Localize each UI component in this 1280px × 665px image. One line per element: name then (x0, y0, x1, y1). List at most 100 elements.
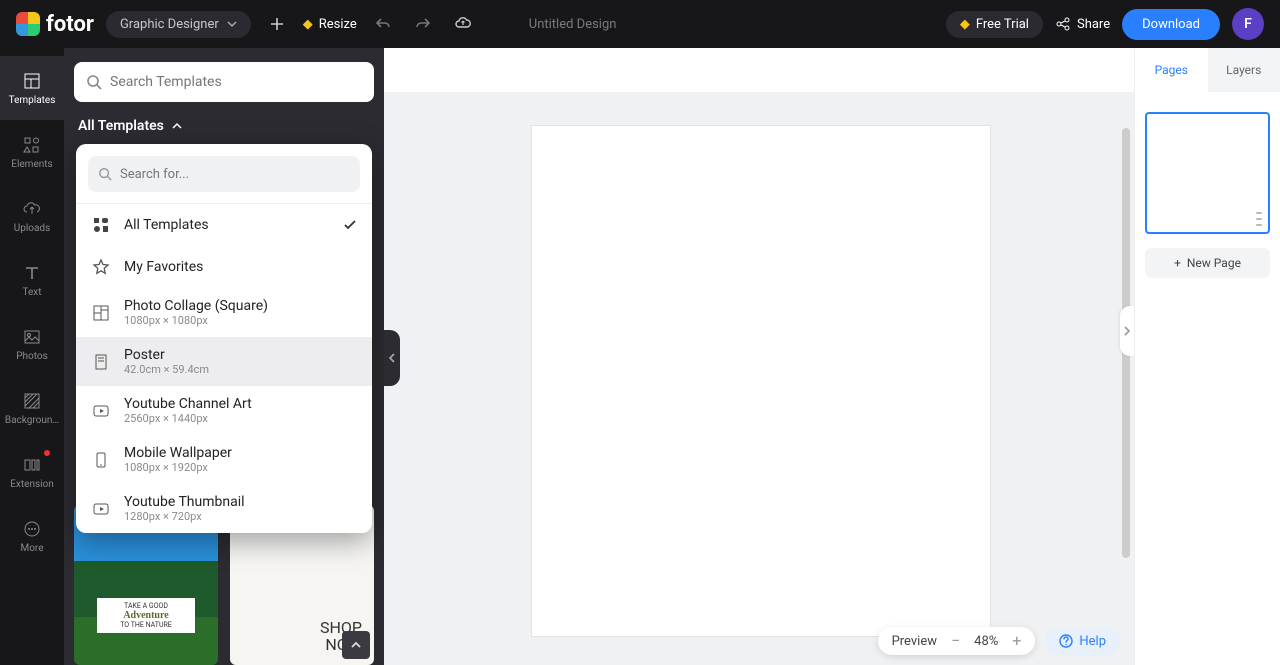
item-name: Photo Collage (Square) (124, 298, 268, 314)
item-name: All Templates (124, 217, 209, 233)
rail-templates[interactable]: Templates (0, 56, 64, 120)
item-name: Mobile Wallpaper (124, 445, 232, 461)
panel-collapse-handle[interactable] (384, 330, 400, 386)
mode-selector[interactable]: Graphic Designer (106, 11, 251, 38)
poster-icon (90, 351, 112, 373)
app-logo[interactable]: fotor (16, 12, 94, 37)
notification-dot-icon (44, 450, 50, 456)
mobile-icon (90, 449, 112, 471)
rail-elements[interactable]: Elements (0, 120, 64, 184)
category-dropdown: All Templates My Favorites Photo Collage… (76, 144, 372, 533)
download-button[interactable]: Download (1122, 9, 1220, 40)
design-title[interactable]: Untitled Design (529, 17, 617, 32)
resize-button[interactable]: ◆ Resize (303, 17, 357, 32)
dropdown-item[interactable]: All Templates (76, 204, 372, 246)
check-icon (342, 217, 358, 233)
diamond-icon: ◆ (303, 17, 313, 32)
canvas-toolbar (384, 48, 1134, 92)
rail-label: Extension (10, 479, 54, 490)
plus-icon: + (1174, 256, 1181, 270)
rail-background[interactable]: Backgroun… (0, 376, 64, 440)
new-page-label: New Page (1187, 256, 1241, 270)
zoom-level[interactable]: 48% (974, 634, 998, 649)
chevron-up-icon (172, 121, 182, 131)
dropdown-search-input[interactable] (120, 167, 350, 182)
grid-icon (90, 214, 112, 236)
text-icon (22, 263, 42, 283)
drag-handle-icon[interactable] (1256, 212, 1262, 226)
rail-text[interactable]: Text (0, 248, 64, 312)
item-dims: 1280px × 720px (124, 510, 245, 523)
dropdown-item[interactable]: Photo Collage (Square)1080px × 1080px (76, 288, 372, 337)
dropdown-search[interactable] (88, 156, 360, 192)
app-name: fotor (46, 12, 94, 37)
tab-label: Pages (1155, 63, 1188, 77)
rail-label: More (20, 543, 43, 554)
chevron-down-icon (227, 19, 237, 29)
free-trial-button[interactable]: ◆ Free Trial (946, 11, 1043, 38)
preview-button[interactable]: Preview (892, 634, 937, 649)
rail-extension[interactable]: Extension (0, 440, 64, 504)
rail-uploads[interactable]: Uploads (0, 184, 64, 248)
item-dims: 1080px × 1080px (124, 314, 268, 327)
diamond-icon: ◆ (960, 17, 970, 32)
rail-label: Elements (11, 159, 52, 170)
more-icon (22, 519, 42, 539)
rail-photos[interactable]: Photos (0, 312, 64, 376)
star-icon (90, 256, 112, 278)
rail-label: Text (22, 287, 41, 298)
download-label: Download (1142, 17, 1200, 32)
dropdown-item[interactable]: Poster42.0cm × 59.4cm (76, 337, 372, 386)
user-avatar[interactable]: F (1232, 8, 1264, 40)
item-name: Youtube Thumbnail (124, 494, 245, 510)
canvas-area (384, 48, 1134, 665)
share-button[interactable]: Share (1055, 16, 1110, 32)
item-dims: 2560px × 1440px (124, 412, 252, 425)
right-panel-collapse-handle[interactable] (1120, 306, 1134, 356)
mode-label: Graphic Designer (120, 17, 219, 32)
dropdown-list: All Templates My Favorites Photo Collage… (76, 204, 372, 533)
thumb-caption: TAKE A GOOD Adventure TO THE NATURE (97, 598, 195, 633)
share-label: Share (1077, 17, 1110, 32)
new-page-button[interactable]: + New Page (1145, 248, 1270, 278)
template-search-input[interactable] (110, 74, 362, 90)
item-name: My Favorites (124, 259, 203, 275)
item-dims: 42.0cm × 59.4cm (124, 363, 209, 376)
tab-pages[interactable]: Pages (1135, 48, 1208, 92)
tab-layers[interactable]: Layers (1208, 48, 1280, 92)
dropdown-search-wrap (76, 144, 372, 204)
templates-icon (22, 71, 42, 91)
help-label: Help (1079, 634, 1106, 649)
logo-mark-icon (16, 12, 40, 36)
help-icon (1059, 634, 1073, 648)
right-panel: Pages Layers + New Page (1134, 48, 1280, 665)
dropdown-item[interactable]: Youtube Channel Art2560px × 1440px (76, 386, 372, 435)
avatar-initial: F (1244, 16, 1252, 32)
collage-icon (90, 302, 112, 324)
rail-label: Photos (16, 351, 48, 362)
redo-button[interactable] (409, 10, 437, 38)
zoom-control: Preview − 48% + (878, 627, 1036, 655)
zoom-out-button[interactable]: − (951, 633, 960, 649)
page-thumbnail[interactable] (1145, 112, 1270, 234)
dropdown-item[interactable]: Mobile Wallpaper1080px × 1920px (76, 435, 372, 484)
template-search[interactable] (74, 62, 374, 102)
elements-icon (22, 135, 42, 155)
zoom-in-button[interactable]: + (1012, 633, 1021, 649)
youtube-icon (90, 400, 112, 422)
search-icon (98, 167, 112, 181)
undo-button[interactable] (369, 10, 397, 38)
scroll-to-top-button[interactable] (342, 631, 370, 659)
templates-panel: All Templates ◆ TAKE A GOOD Adventure TO… (64, 48, 384, 665)
dropdown-item[interactable]: Youtube Thumbnail1280px × 720px (76, 484, 372, 533)
category-dropdown-trigger[interactable]: All Templates (78, 118, 370, 134)
cloud-sync-button[interactable] (449, 10, 477, 38)
share-icon (1055, 16, 1071, 32)
help-button[interactable]: Help (1045, 628, 1120, 655)
dropdown-item[interactable]: My Favorites (76, 246, 372, 288)
right-panel-tabs: Pages Layers (1135, 48, 1280, 92)
rail-more[interactable]: More (0, 504, 64, 568)
add-button[interactable] (263, 10, 291, 38)
artboard[interactable] (532, 126, 990, 636)
free-trial-label: Free Trial (976, 17, 1029, 32)
